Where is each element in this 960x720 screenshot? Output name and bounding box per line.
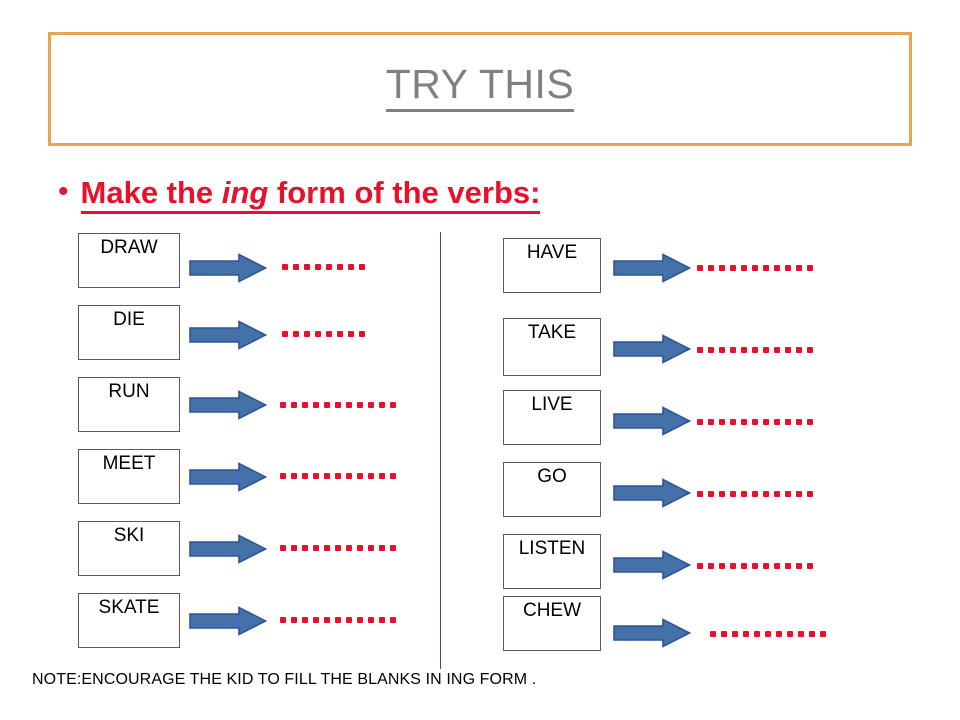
answer-blank[interactable] (280, 400, 401, 410)
answer-blank[interactable] (282, 262, 370, 272)
instruction-text-italic: ing (221, 174, 269, 210)
verb-label: LIVE (531, 394, 573, 415)
right-arrow-icon (613, 618, 691, 648)
right-arrow-icon (613, 406, 691, 436)
verb-label: MEET (102, 453, 156, 474)
footer-note: NOTE:ENCOURAGE THE KID TO FILL THE BLANK… (32, 671, 537, 688)
verb-box[interactable]: SKATE (78, 593, 180, 648)
page-title: TRY THIS (51, 61, 909, 112)
verb-box[interactable]: LISTEN (503, 534, 601, 589)
verb-box[interactable]: TAKE (503, 318, 601, 376)
column-divider (440, 232, 441, 669)
verb-box[interactable]: HAVE (503, 238, 601, 293)
answer-blank[interactable] (697, 489, 818, 499)
answer-blank[interactable] (280, 471, 401, 481)
answer-blank[interactable] (697, 345, 818, 355)
verb-box[interactable]: DRAW (78, 233, 180, 288)
answer-blank[interactable] (282, 329, 370, 339)
right-arrow-icon (189, 320, 267, 350)
title-box: TRY THIS (48, 32, 912, 146)
page-title-underlined-text: TRY THIS (385, 61, 575, 112)
instruction-text: Make the ing form of the verbs: (80, 174, 541, 215)
verb-label: HAVE (526, 242, 578, 263)
verb-label: DIE (113, 309, 145, 330)
right-arrow-icon (613, 550, 691, 580)
right-arrow-icon (189, 462, 267, 492)
instruction-text-part2: form of the verbs: (268, 174, 541, 210)
verb-box[interactable]: LIVE (503, 390, 601, 445)
verb-box[interactable]: CHEW (503, 596, 601, 651)
answer-blank[interactable] (697, 561, 818, 571)
instruction-text-part1: Make the (80, 174, 222, 210)
verb-label: LISTEN (518, 538, 586, 559)
right-arrow-icon (613, 334, 691, 364)
bullet-point-icon: • (58, 175, 69, 208)
verb-label: SKI (113, 525, 145, 546)
right-arrow-icon (189, 253, 267, 283)
slide-canvas: TRY THIS • Make the ing form of the verb… (0, 0, 960, 720)
right-arrow-icon (613, 253, 691, 283)
verb-label: CHEW (522, 600, 582, 621)
right-arrow-icon (189, 534, 267, 564)
right-arrow-icon (189, 390, 267, 420)
verb-label: DRAW (100, 237, 158, 258)
answer-blank[interactable] (280, 543, 401, 553)
verb-label: RUN (108, 381, 150, 402)
verb-label: SKATE (98, 597, 160, 618)
right-arrow-icon (189, 606, 267, 636)
verb-box[interactable]: SKI (78, 521, 180, 576)
verb-label: TAKE (527, 322, 577, 343)
right-arrow-icon (613, 478, 691, 508)
answer-blank[interactable] (710, 629, 831, 639)
verb-label: GO (537, 466, 567, 487)
verb-box[interactable]: MEET (78, 449, 180, 504)
verb-box[interactable]: RUN (78, 377, 180, 432)
verb-box[interactable]: DIE (78, 305, 180, 360)
instruction-bullet-row: • Make the ing form of the verbs: (58, 172, 818, 218)
answer-blank[interactable] (697, 417, 818, 427)
answer-blank[interactable] (697, 263, 818, 273)
verb-box[interactable]: GO (503, 462, 601, 517)
answer-blank[interactable] (280, 615, 401, 625)
